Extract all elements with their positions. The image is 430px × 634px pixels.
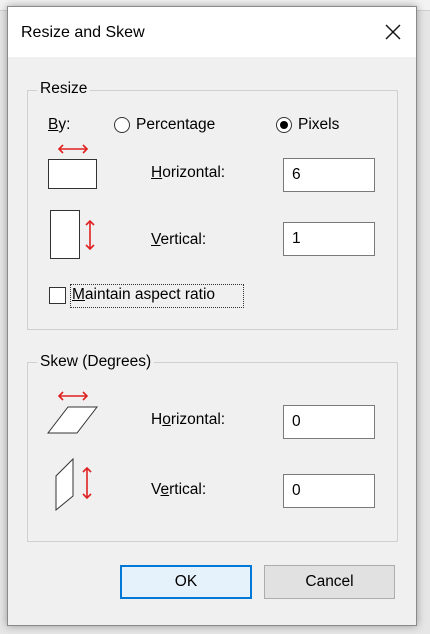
ok-button[interactable]: OK	[120, 565, 252, 599]
maintain-aspect-label[interactable]: Maintain aspect ratio	[72, 286, 215, 304]
resize-skew-dialog: Resize and Skew Resize By: Percentage Pi…	[7, 6, 417, 626]
skew-vertical-icon	[55, 457, 92, 512]
skew-vertical-label: Vertical:	[151, 481, 207, 498]
resize-group-label: Resize	[37, 80, 91, 98]
pixels-radio-dot	[280, 121, 288, 129]
cancel-button[interactable]: Cancel	[264, 565, 395, 599]
pixels-radio-label[interactable]: Pixels	[298, 116, 339, 134]
resize-horizontal-label: Horizontal:	[151, 164, 226, 181]
resize-vertical-label: Vertical:	[151, 231, 207, 248]
skew-horizontal-icon	[47, 391, 99, 434]
percentage-radio-label[interactable]: Percentage	[136, 116, 215, 134]
resize-horizontal-input[interactable]	[283, 158, 375, 192]
resize-vertical-input[interactable]	[283, 222, 375, 256]
skew-group-label: Skew (Degrees)	[37, 353, 155, 371]
skew-horizontal-label: Horizontal:	[151, 411, 226, 428]
dialog-title: Resize and Skew	[21, 24, 145, 41]
percentage-radio[interactable]	[114, 117, 130, 133]
by-label: By:	[48, 116, 71, 133]
skew-horizontal-input[interactable]	[283, 405, 375, 439]
close-icon[interactable]	[380, 19, 406, 45]
maintain-aspect-checkbox[interactable]	[49, 287, 66, 304]
skew-group	[27, 362, 398, 542]
pixels-radio[interactable]	[276, 117, 292, 133]
resize-horizontal-icon	[48, 144, 97, 189]
skew-vertical-input[interactable]	[283, 474, 375, 508]
resize-vertical-icon	[50, 210, 95, 259]
title-bar: Resize and Skew	[8, 7, 416, 57]
